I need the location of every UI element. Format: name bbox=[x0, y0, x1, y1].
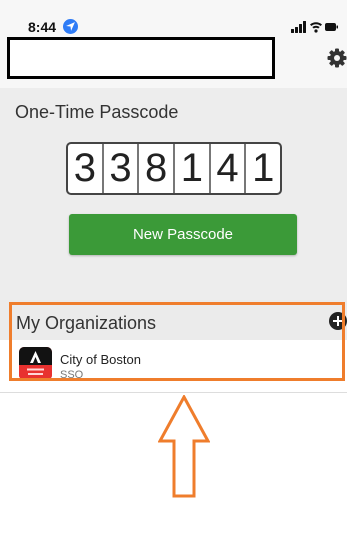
passcode-digit: 3 bbox=[68, 144, 104, 193]
highlight-annotation bbox=[9, 302, 345, 381]
passcode-digit: 1 bbox=[175, 144, 211, 193]
new-passcode-button[interactable]: New Passcode bbox=[69, 214, 297, 255]
passcode-digit: 4 bbox=[211, 144, 247, 193]
passcode-digit: 1 bbox=[252, 146, 275, 190]
location-arrow-icon bbox=[63, 19, 78, 34]
wifi-icon bbox=[310, 22, 322, 33]
passcode-digit: 8 bbox=[139, 144, 176, 193]
otp-title: One-Time Passcode bbox=[15, 102, 179, 122]
battery-icon bbox=[325, 23, 338, 31]
up-arrow-icon bbox=[158, 395, 210, 498]
redacted-title-box bbox=[7, 37, 275, 79]
passcode-digit: 3 bbox=[104, 144, 140, 193]
cellular-signal-icon bbox=[291, 21, 306, 33]
gear-icon[interactable] bbox=[327, 48, 347, 68]
status-icons bbox=[291, 21, 338, 33]
status-time: 8:44 bbox=[28, 19, 57, 35]
divider bbox=[0, 392, 347, 393]
passcode-display: 3 3 8 1 4 1 bbox=[66, 142, 282, 195]
status-bar: 8:44 bbox=[0, 0, 347, 40]
